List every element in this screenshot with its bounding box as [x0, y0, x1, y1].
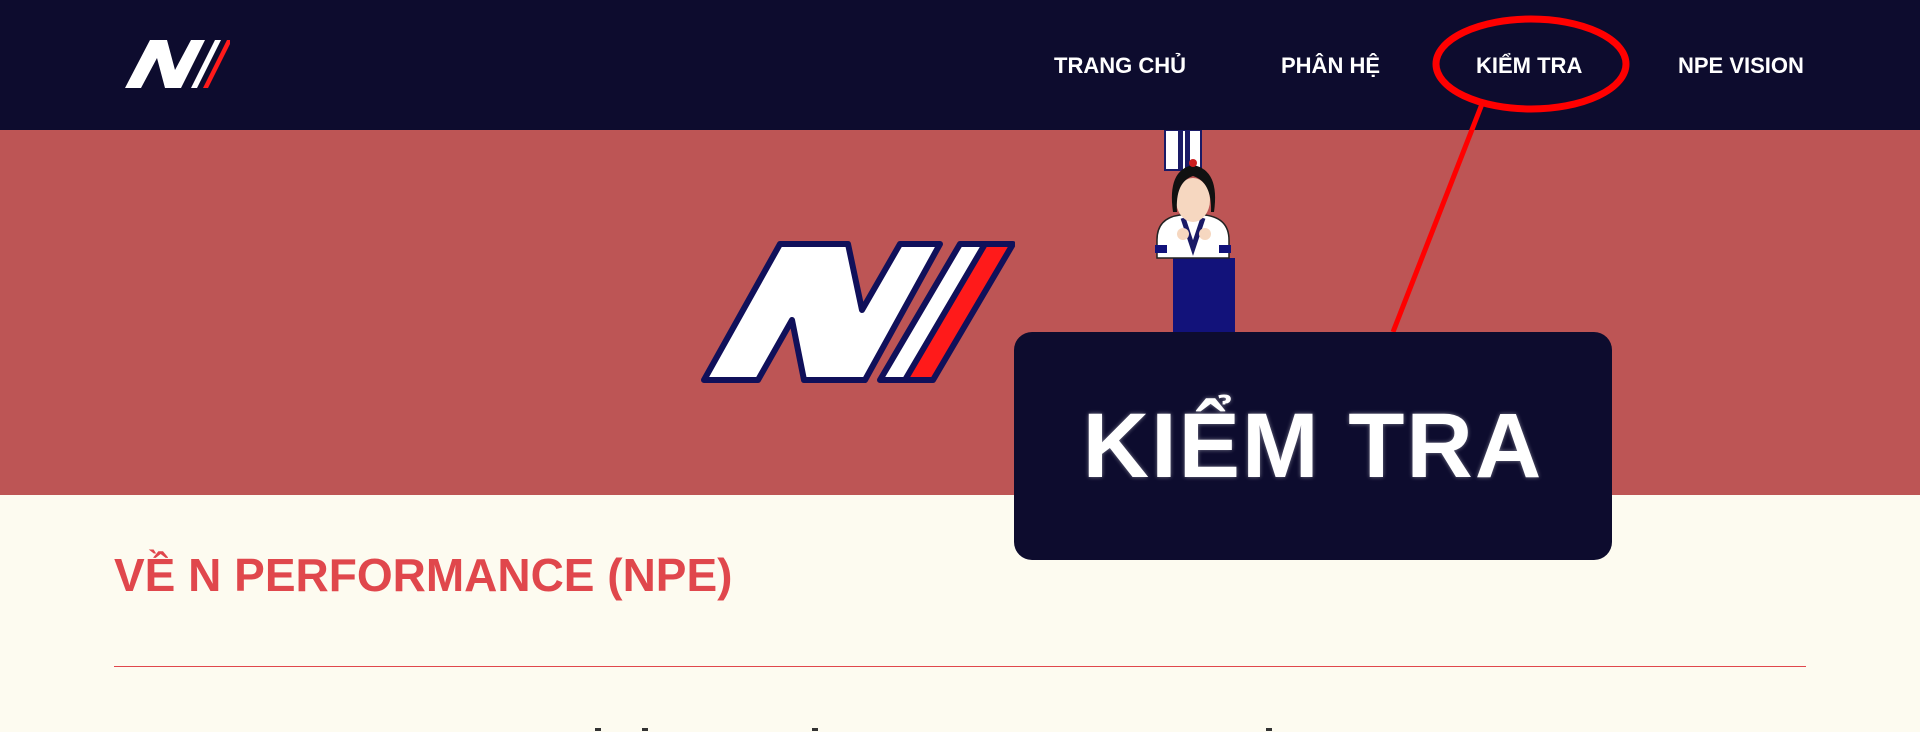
zoom-callout-box: KIỂM TRA	[1014, 332, 1612, 560]
cropped-text-line	[595, 728, 1272, 731]
section-divider	[114, 666, 1806, 667]
nav-trang-chu[interactable]: TRANG CHỦ	[1054, 0, 1186, 130]
zoom-callout-text: KIỂM TRA	[1082, 394, 1544, 497]
student-mascot-illustration	[1155, 130, 1235, 332]
about-section-title: VỀ N PERFORMANCE (NPE)	[114, 549, 733, 601]
nav-kiem-tra[interactable]: KIỂM TRA	[1476, 0, 1582, 130]
nav-phan-he[interactable]: PHÂN HỆ	[1281, 0, 1380, 130]
nav-npe-vision[interactable]: NPE VISION	[1678, 0, 1804, 130]
n-performance-hero-logo	[701, 241, 1015, 383]
n-logo-icon[interactable]	[125, 38, 230, 90]
top-navbar: TRANG CHỦ PHÂN HỆ KIỂM TRA NPE VISION	[0, 0, 1920, 130]
